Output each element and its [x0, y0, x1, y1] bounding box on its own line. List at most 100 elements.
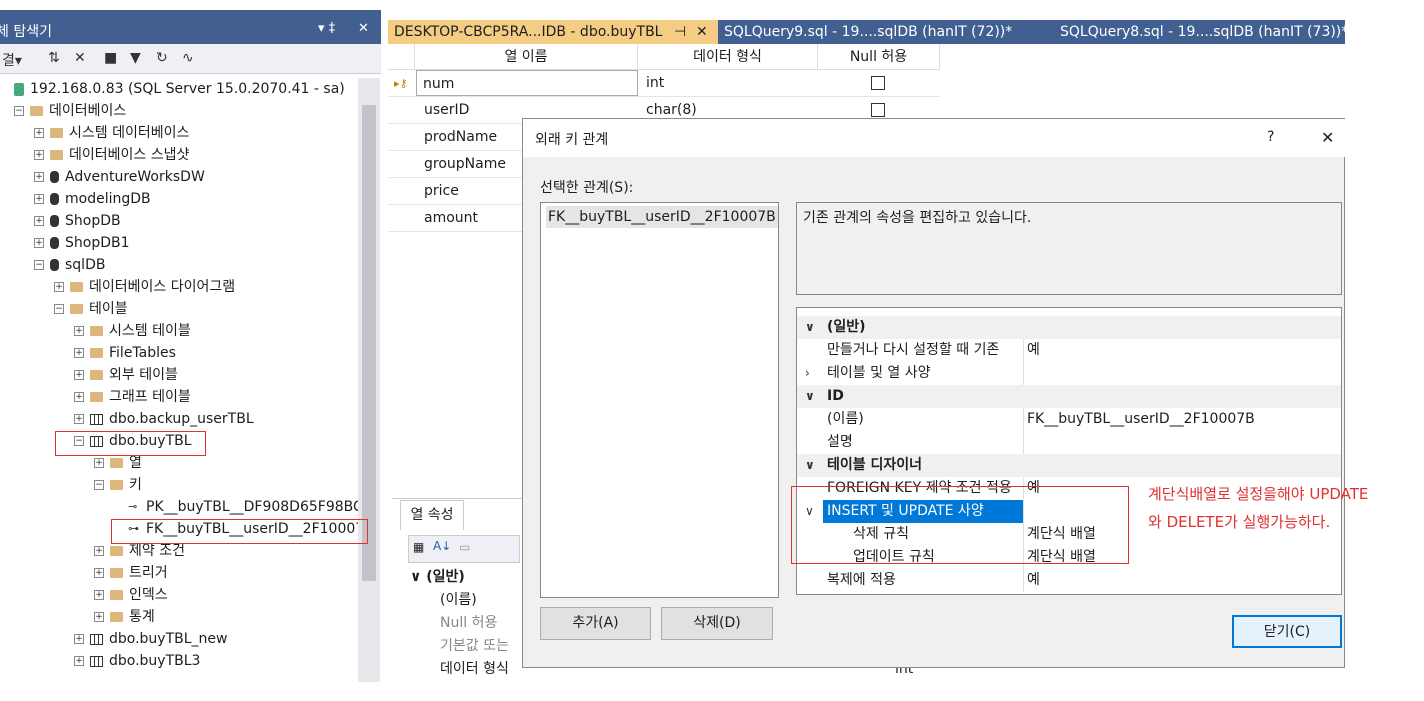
column-name-cell[interactable]: amount — [424, 205, 478, 232]
collapse-icon[interactable]: − — [54, 304, 64, 314]
add-button[interactable]: 추가(A) — [540, 607, 651, 640]
property-row[interactable]: 만들거나 다시 설정할 때 기존 예 — [797, 339, 1341, 362]
tree-node[interactable]: + 데이터베이스 다이어그램 — [54, 276, 235, 298]
property-row[interactable]: ∨ ID — [797, 385, 1341, 408]
tree-node[interactable]: + 시스템 테이블 — [74, 320, 191, 342]
tree-node[interactable]: + 트리거 — [94, 562, 168, 584]
expand-icon[interactable]: + — [74, 634, 84, 644]
tree-node[interactable]: − sqlDB — [34, 254, 105, 276]
collapse-icon[interactable]: − — [34, 260, 44, 270]
tree-node[interactable]: ⊸ PK__buyTBL__DF908D65F98BC8 — [128, 496, 358, 518]
tree-node[interactable]: + ShopDB — [34, 210, 121, 232]
pin-icon[interactable]: ⊣ — [674, 20, 686, 44]
chevron-down-icon[interactable]: ∨ — [805, 385, 815, 408]
property-pages-icon[interactable]: ▭ — [459, 540, 470, 554]
allow-null-checkbox[interactable] — [871, 103, 885, 117]
property-row[interactable]: ∨ 테이블 디자이너 — [797, 454, 1341, 477]
tab-sqlquery9[interactable]: SQLQuery9.sql - 19....sqlDB (hanIT (72))… — [718, 20, 1018, 44]
expand-icon[interactable]: + — [74, 392, 84, 402]
tree-node[interactable]: + ShopDB1 — [34, 232, 130, 254]
tree-node[interactable]: − 테이블 — [54, 298, 128, 320]
connect-icon[interactable]: ⇅ — [48, 50, 60, 66]
disconnect-icon[interactable]: ✕ — [74, 50, 86, 66]
property-row[interactable]: 설명 — [797, 431, 1341, 454]
activity-monitor-icon[interactable]: ∿ — [182, 50, 194, 66]
close-icon[interactable]: ✕ — [358, 21, 369, 36]
refresh-icon[interactable]: ↻ — [156, 50, 168, 66]
property-value[interactable]: 예 — [1027, 569, 1040, 592]
column-name-cell[interactable]: price — [424, 178, 459, 205]
tree-node[interactable]: + dbo.buyTBL_new — [74, 628, 227, 650]
tree-scrollbar-thumb[interactable] — [362, 105, 376, 581]
tree-node[interactable]: + 외부 테이블 — [74, 364, 178, 386]
column-properties-tab[interactable]: 열 속성 — [400, 500, 464, 530]
tab-sqlquery8[interactable]: SQLQuery8.sql - 19....sqlDB (hanIT (73))… — [1054, 20, 1354, 44]
sort-alpha-icon[interactable]: A↓ — [433, 539, 451, 553]
tree-node[interactable]: + 그래프 테이블 — [74, 386, 191, 408]
tree-node[interactable]: + modelingDB — [34, 188, 151, 210]
expand-icon[interactable]: + — [54, 282, 64, 292]
expand-icon[interactable]: + — [74, 656, 84, 666]
table-row[interactable]: ▸⚷ num int — [388, 70, 940, 97]
column-name-cell[interactable]: groupName — [424, 151, 506, 178]
expand-icon[interactable]: + — [34, 172, 44, 182]
tab-buytbl-designer[interactable]: DESKTOP-CBCP5RA...IDB - dbo.buyTBL ⊣ ✕ — [388, 20, 718, 44]
tree-node[interactable]: 192.168.0.83 (SQL Server 15.0.2070.41 - … — [14, 78, 345, 100]
property-row[interactable]: (이름) FK__buyTBL__userID__2F10007B — [797, 408, 1341, 431]
relationship-item[interactable]: FK__buyTBL__userID__2F10007B — [546, 206, 778, 228]
chevron-down-icon[interactable]: ∨ — [805, 316, 815, 339]
expand-icon[interactable]: + — [94, 458, 104, 468]
property-value[interactable]: 예 — [1027, 339, 1040, 362]
general-category[interactable]: ∨ (일반) — [410, 566, 465, 589]
allow-null-checkbox[interactable] — [871, 76, 885, 90]
expand-icon[interactable]: + — [74, 326, 84, 336]
chevron-right-icon[interactable]: › — [805, 362, 810, 385]
collapse-icon[interactable]: − — [14, 106, 24, 116]
expand-icon[interactable]: + — [74, 370, 84, 380]
property-name: 만들거나 다시 설정할 때 기존 — [827, 342, 1000, 358]
expand-icon[interactable]: + — [34, 238, 44, 248]
close-icon[interactable]: ✕ — [696, 20, 708, 44]
tree-node[interactable]: + FileTables — [74, 342, 176, 364]
pin-icon[interactable]: ▾ ‡ — [318, 21, 335, 36]
expand-icon[interactable]: + — [34, 128, 44, 138]
tree-node[interactable]: − 데이터베이스 — [14, 100, 126, 122]
categorized-icon[interactable]: ▦ — [413, 540, 424, 554]
tree-node[interactable]: + AdventureWorksDW — [34, 166, 205, 188]
property-row[interactable]: ∨ (일반) — [797, 316, 1341, 339]
column-name-cell[interactable]: num — [416, 70, 638, 96]
expand-icon[interactable]: + — [34, 150, 44, 160]
close-icon[interactable]: ✕ — [1321, 128, 1334, 147]
tree-node[interactable]: + dbo.buyTBL3 — [74, 650, 200, 672]
expand-icon[interactable]: + — [34, 216, 44, 226]
expand-icon[interactable]: + — [74, 348, 84, 358]
connect-dropdown-icon[interactable]: 결▾ — [2, 50, 22, 70]
tree-node[interactable]: + 인덱스 — [94, 584, 168, 606]
property-row[interactable]: › 테이블 및 열 사양 — [797, 362, 1341, 385]
delete-button[interactable]: 삭제(D) — [661, 607, 773, 640]
property-row[interactable]: 복제에 적용 예 — [797, 569, 1341, 592]
tree-node-label: 제약 조건 — [129, 543, 185, 559]
expand-icon[interactable]: + — [94, 546, 104, 556]
filter-icon[interactable]: ▼ — [130, 50, 141, 66]
expand-icon[interactable]: + — [94, 568, 104, 578]
expand-icon[interactable]: + — [94, 612, 104, 622]
column-name-cell[interactable]: prodName — [424, 124, 497, 151]
column-name-cell[interactable]: userID — [424, 97, 469, 124]
chevron-down-icon[interactable]: ∨ — [805, 454, 815, 477]
relationship-list[interactable]: FK__buyTBL__userID__2F10007B — [540, 202, 779, 598]
property-value[interactable]: FK__buyTBL__userID__2F10007B — [1027, 408, 1255, 431]
tree-node[interactable]: − 키 — [94, 474, 142, 496]
stop-icon[interactable]: ■ — [104, 50, 117, 66]
tree-node[interactable]: + 통계 — [94, 606, 155, 628]
tree-node[interactable]: + 시스템 데이터베이스 — [34, 122, 189, 144]
help-icon[interactable]: ? — [1267, 129, 1274, 145]
close-button[interactable]: 닫기(C) — [1232, 615, 1342, 648]
data-type-cell[interactable]: int — [646, 70, 664, 97]
tree-node[interactable]: + dbo.backup_userTBL — [74, 408, 254, 430]
tree-node[interactable]: + 데이터베이스 스냅샷 — [34, 144, 189, 166]
expand-icon[interactable]: + — [34, 194, 44, 204]
expand-icon[interactable]: + — [94, 590, 104, 600]
expand-icon[interactable]: + — [74, 414, 84, 424]
collapse-icon[interactable]: − — [94, 480, 104, 490]
